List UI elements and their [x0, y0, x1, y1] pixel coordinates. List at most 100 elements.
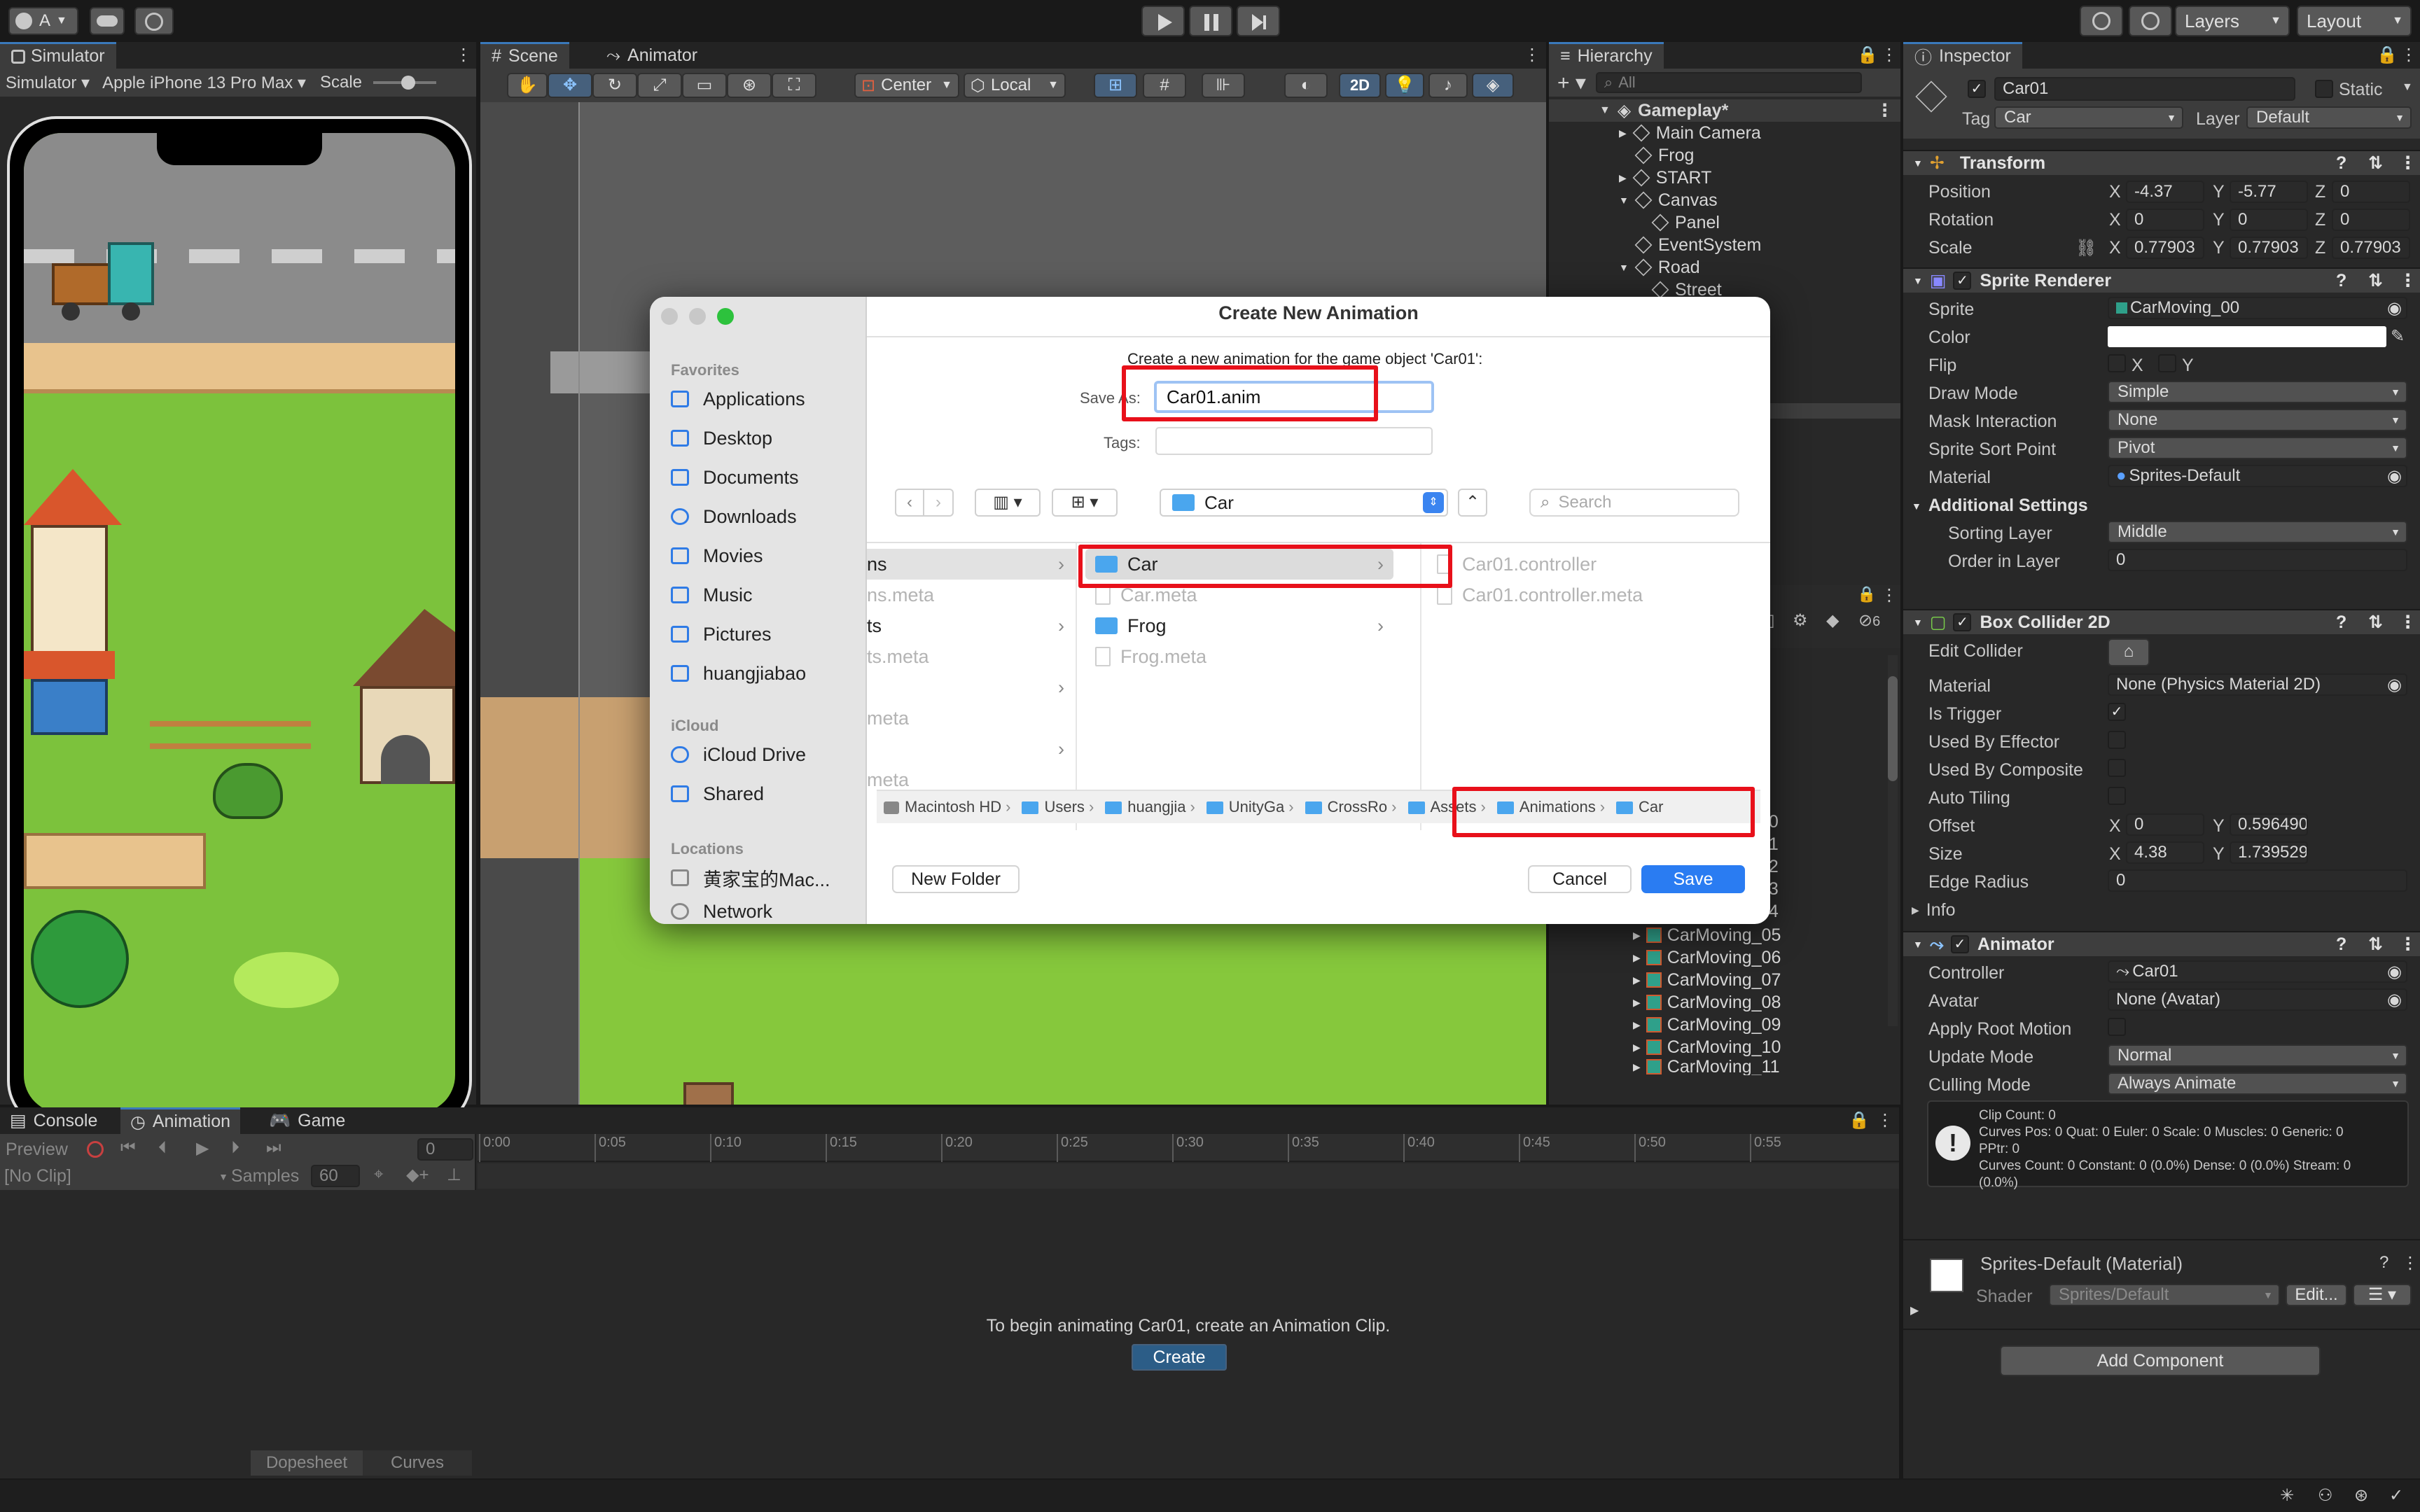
column-item[interactable]: ›	[867, 672, 1077, 703]
more-menu-icon[interactable]: ⋮	[1881, 45, 1898, 65]
tab-animator[interactable]: ⤳ Animator	[598, 42, 706, 69]
sidebar-item-network[interactable]: Network	[650, 897, 867, 924]
record-icon[interactable]	[87, 1141, 104, 1158]
preview-button[interactable]: Preview	[6, 1140, 68, 1160]
lock-icon[interactable]: 🔒	[1857, 585, 1876, 603]
hierarchy-item[interactable]: Frog	[1634, 144, 1694, 167]
hierarchy-item[interactable]: ▶ Main Camera	[1619, 122, 1761, 144]
preset-icon[interactable]: ⇅	[2368, 612, 2383, 633]
help-icon[interactable]: ?	[2336, 153, 2346, 174]
hierarchy-item[interactable]: ▼ Canvas	[1619, 189, 1718, 211]
scene-root[interactable]: ▼ ◈ Gameplay* ⋮	[1549, 99, 1900, 122]
more-menu-icon[interactable]: ⋮	[1881, 585, 1898, 606]
asset-item[interactable]: ▶ CarMoving_09	[1633, 1014, 1781, 1036]
group-button[interactable]: ⊞ ▾	[1052, 489, 1118, 517]
sidebar-item-movies[interactable]: Movies	[650, 536, 867, 575]
sprite-renderer-header[interactable]: ▼ ▣ ✓ Sprite Renderer ? ⇅ ⋮	[1903, 267, 2420, 293]
scale-y-field[interactable]: 0.77903	[2230, 237, 2308, 259]
object-picker-icon[interactable]: ◉	[2387, 298, 2402, 318]
pivot-dropdown[interactable]: ⊡ Center ▼	[854, 73, 959, 98]
add-keyframe-icon[interactable]: ⌖	[374, 1165, 384, 1184]
help-icon[interactable]: ?	[2336, 271, 2346, 291]
size-x-field[interactable]: 4.38	[2126, 841, 2204, 864]
box-collider-header[interactable]: ▼ ▢ ✓ Box Collider 2D ? ⇅ ⋮	[1903, 609, 2420, 634]
file-item[interactable]: Frog.meta	[1095, 641, 1206, 672]
shader-menu-button[interactable]: ☰ ▾	[2353, 1284, 2412, 1306]
rotation-x-field[interactable]: 0	[2126, 209, 2204, 231]
object-picker-icon[interactable]: ◉	[2387, 962, 2402, 981]
controller-field[interactable]: ⤳ Car01 ◉	[2108, 960, 2407, 983]
layout-dropdown[interactable]: Layout ▼	[2297, 6, 2412, 36]
forward-button[interactable]: ›	[924, 489, 954, 517]
position-y-field[interactable]: -5.77	[2230, 181, 2308, 203]
column-item[interactable]: ts.meta	[867, 641, 929, 672]
close-window-button[interactable]	[661, 308, 678, 325]
search-input[interactable]: ⌕ Search	[1529, 489, 1739, 517]
column-item[interactable]: ns.meta	[867, 580, 934, 610]
cancel-button[interactable]: Cancel	[1528, 865, 1632, 893]
frame-field[interactable]: 0	[417, 1138, 473, 1161]
size-y-field[interactable]: 1.739529	[2230, 841, 2308, 864]
animator-header[interactable]: ▼ ⤳ ✓ Animator ? ⇅ ⋮	[1903, 931, 2420, 956]
physics-material-field[interactable]: None (Physics Material 2D) ◉	[2108, 673, 2407, 696]
asset-item[interactable]: ▶ CarMoving_05	[1633, 924, 1781, 946]
collider-enabled-checkbox[interactable]: ✓	[1953, 613, 1972, 631]
more-menu-icon[interactable]: ⋮	[2399, 270, 2416, 291]
lighting-icon[interactable]: 💡	[1385, 73, 1424, 98]
preset-icon[interactable]: ⇅	[2368, 934, 2383, 955]
sprite-sort-point-dropdown[interactable]: Pivot ▼	[2108, 437, 2407, 459]
transform-tool-icon[interactable]: ⊛	[727, 73, 772, 98]
add-object-icon[interactable]: + ▾	[1557, 71, 1586, 95]
play-button[interactable]	[1141, 6, 1185, 36]
scale-slider-thumb[interactable]	[401, 76, 416, 90]
file-item[interactable]: Car01.controller.meta	[1437, 580, 1643, 610]
rect-tool-icon[interactable]: ▭	[682, 73, 727, 98]
hierarchy-search-input[interactable]: ⌕ All	[1595, 72, 1862, 93]
path-item[interactable]: Users	[1015, 798, 1085, 816]
tab-game[interactable]: 🎮 Game	[259, 1107, 355, 1134]
folder-item-frog[interactable]: Frog ›	[1095, 610, 1393, 641]
more-menu-icon[interactable]: ⋮	[2400, 45, 2417, 65]
tags-input[interactable]	[1155, 427, 1433, 455]
collapse-button[interactable]: ⌃	[1458, 489, 1487, 517]
asset-item[interactable]: ▶ CarMoving_08	[1633, 991, 1781, 1014]
create-clip-button[interactable]: Create	[1132, 1344, 1227, 1371]
tab-inspector[interactable]: ⓘ Inspector	[1903, 42, 2022, 69]
search-button[interactable]	[2129, 6, 2172, 36]
sidebar-item-icloud-drive[interactable]: iCloud Drive	[650, 735, 867, 774]
location-dropdown[interactable]: Car ⇕	[1160, 489, 1448, 517]
animator-enabled-checkbox[interactable]: ✓	[1950, 935, 1969, 953]
draw-mode-icon[interactable]: ◐	[1284, 73, 1328, 98]
chevron-down-icon[interactable]: ▼	[2402, 81, 2413, 94]
auto-tiling-checkbox[interactable]	[2108, 787, 2126, 805]
sidebar-item-desktop[interactable]: Desktop	[650, 419, 867, 458]
cache-icon[interactable]: ⊛	[2354, 1485, 2368, 1506]
position-x-field[interactable]: -4.37	[2126, 181, 2204, 203]
tab-curves[interactable]: Curves	[363, 1450, 472, 1476]
audio-icon[interactable]: ♪	[1428, 73, 1468, 98]
shader-dropdown[interactable]: Sprites/Default ▼	[2049, 1284, 2280, 1306]
column-item[interactable]: ts ›	[867, 610, 1077, 641]
cloud-button[interactable]	[90, 7, 125, 35]
mask-interaction-dropdown[interactable]: None ▼	[2108, 409, 2407, 431]
scale-z-field[interactable]: 0.77903	[2332, 237, 2410, 259]
hierarchy-item[interactable]: EventSystem	[1634, 234, 1761, 256]
more-menu-icon[interactable]: ⋮	[2399, 612, 2416, 633]
draw-mode-dropdown[interactable]: Simple ▼	[2108, 381, 2407, 403]
sidebar-item-home[interactable]: huangjiabao	[650, 654, 867, 693]
object-picker-icon[interactable]: ◉	[2387, 466, 2402, 486]
scale-x-field[interactable]: 0.77903	[2126, 237, 2204, 259]
position-z-field[interactable]: 0	[2332, 181, 2410, 203]
static-checkbox[interactable]	[2315, 80, 2333, 98]
tab-hierarchy[interactable]: ≡ Hierarchy	[1549, 42, 1664, 69]
column-item[interactable]: meta	[867, 703, 909, 734]
prev-keyframe-icon[interactable]: ⏴	[158, 1138, 167, 1158]
constrain-scale-icon[interactable]: ⛓	[2075, 238, 2096, 258]
more-menu-icon[interactable]: ⋮	[1524, 45, 1541, 65]
used-by-composite-checkbox[interactable]	[2108, 759, 2126, 777]
path-item[interactable]: Macintosh HD	[877, 798, 1001, 816]
label-icon[interactable]: ◆	[1826, 610, 1839, 631]
info-foldout[interactable]: ▶ Info	[1912, 900, 1955, 920]
samples-field[interactable]: 60	[311, 1165, 360, 1187]
sidebar-item-mac[interactable]: 黄家宝的Mac...	[650, 858, 867, 897]
